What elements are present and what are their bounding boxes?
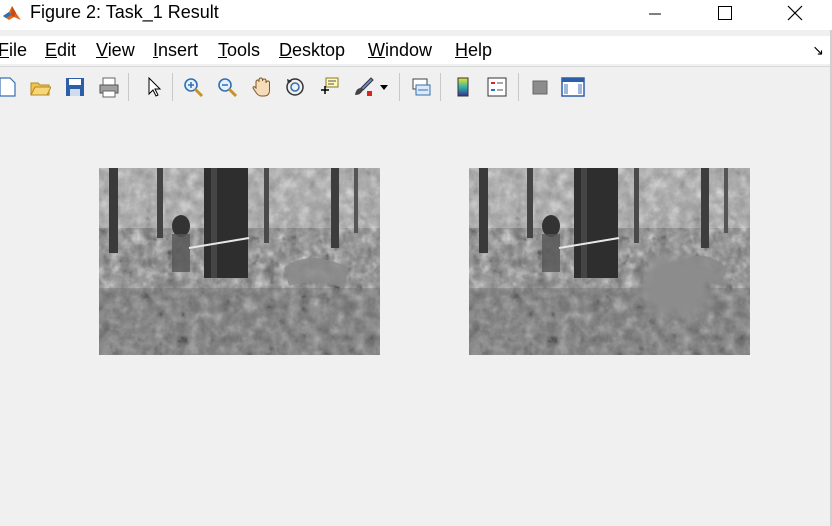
menu-window-label: indow <box>385 40 433 60</box>
save-icon <box>66 78 84 96</box>
new-figure-icon <box>0 77 16 97</box>
link-plot-icon <box>412 78 431 96</box>
rotate-3d-button[interactable] <box>282 74 308 100</box>
menu-desktop-accel: D <box>279 40 292 60</box>
hide-plot-tools-icon <box>532 80 548 95</box>
right-image-axes[interactable] <box>469 168 750 355</box>
hide-plot-tools-button[interactable] <box>527 74 553 100</box>
rotate-3d-icon <box>286 78 304 96</box>
menu-help-label: elp <box>468 40 493 60</box>
close-icon <box>787 5 803 21</box>
menu-help[interactable]: Help <box>455 38 492 62</box>
menu-view-accel: V <box>96 40 108 60</box>
pan-hand-icon <box>252 77 270 97</box>
insert-colorbar-button[interactable] <box>450 74 476 100</box>
menu-tools-label: ools <box>227 40 261 60</box>
toolbar-separator <box>399 73 400 101</box>
menu-tools[interactable]: Tools <box>218 38 260 62</box>
toolbar-separator <box>128 73 129 101</box>
data-cursor-button[interactable] <box>316 74 342 100</box>
menu-view-label: iew <box>107 40 135 60</box>
left-image-axes[interactable] <box>99 168 380 355</box>
menu-bar: File Edit View Insert Tools Desktop Wind… <box>0 36 832 64</box>
zoom-in-button[interactable] <box>180 74 206 100</box>
brush-dropdown-button[interactable] <box>378 74 390 100</box>
matlab-logo-icon <box>2 3 22 23</box>
menu-view[interactable]: View <box>96 38 135 62</box>
open-file-button[interactable] <box>27 74 53 100</box>
minimize-button[interactable] <box>632 0 678 26</box>
menu-file-label: ile <box>9 40 28 60</box>
menu-edit[interactable]: Edit <box>45 38 76 62</box>
menu-window[interactable]: Window <box>368 38 432 62</box>
menu-insert-label: nsert <box>158 40 199 60</box>
toolbar-separator <box>518 73 519 101</box>
toolbar-separator <box>440 73 441 101</box>
pan-button[interactable] <box>248 74 274 100</box>
brush-icon <box>355 77 374 96</box>
edit-plot-button[interactable] <box>140 74 166 100</box>
brush-dropdown-icon <box>380 85 388 90</box>
dock-arrow-icon[interactable]: ↘ <box>812 42 824 59</box>
toolbar-separator <box>172 73 173 101</box>
data-cursor-icon <box>321 77 339 94</box>
figure-toolbar <box>0 66 832 108</box>
title-bar: Figure 2: Task_1 Result <box>0 0 832 30</box>
maximize-icon <box>718 6 732 20</box>
link-plot-button[interactable] <box>408 74 434 100</box>
open-file-icon <box>30 82 51 96</box>
menu-file[interactable]: File <box>0 38 27 62</box>
insert-legend-button[interactable] <box>484 74 510 100</box>
zoom-out-icon <box>218 78 238 98</box>
zoom-in-icon <box>184 78 204 98</box>
menu-tools-accel: T <box>218 40 227 60</box>
menu-edit-label: dit <box>57 40 77 60</box>
menu-file-accel: F <box>0 40 9 60</box>
print-icon <box>99 77 119 98</box>
menu-desktop[interactable]: Desktop <box>279 38 345 62</box>
maximize-button[interactable] <box>702 0 748 26</box>
window-title: Figure 2: Task_1 Result <box>30 2 219 22</box>
menu-edit-accel: E <box>45 40 58 60</box>
save-button[interactable] <box>62 74 88 100</box>
show-plot-tools-button[interactable] <box>560 74 586 100</box>
zoom-out-button[interactable] <box>214 74 240 100</box>
minimize-icon <box>649 13 661 15</box>
close-button[interactable] <box>772 0 818 26</box>
show-plot-tools-icon <box>561 77 585 97</box>
menu-insert[interactable]: Insert <box>153 38 198 62</box>
menu-help-accel: H <box>455 40 468 60</box>
new-figure-button[interactable] <box>0 74 20 100</box>
menu-window-accel: W <box>368 40 385 60</box>
print-button[interactable] <box>96 74 122 100</box>
edit-plot-arrow-icon <box>148 76 162 97</box>
menu-desktop-label: esktop <box>292 40 346 60</box>
insert-colorbar-icon <box>457 77 469 97</box>
brush-button[interactable] <box>350 74 376 100</box>
insert-legend-icon <box>487 77 507 97</box>
